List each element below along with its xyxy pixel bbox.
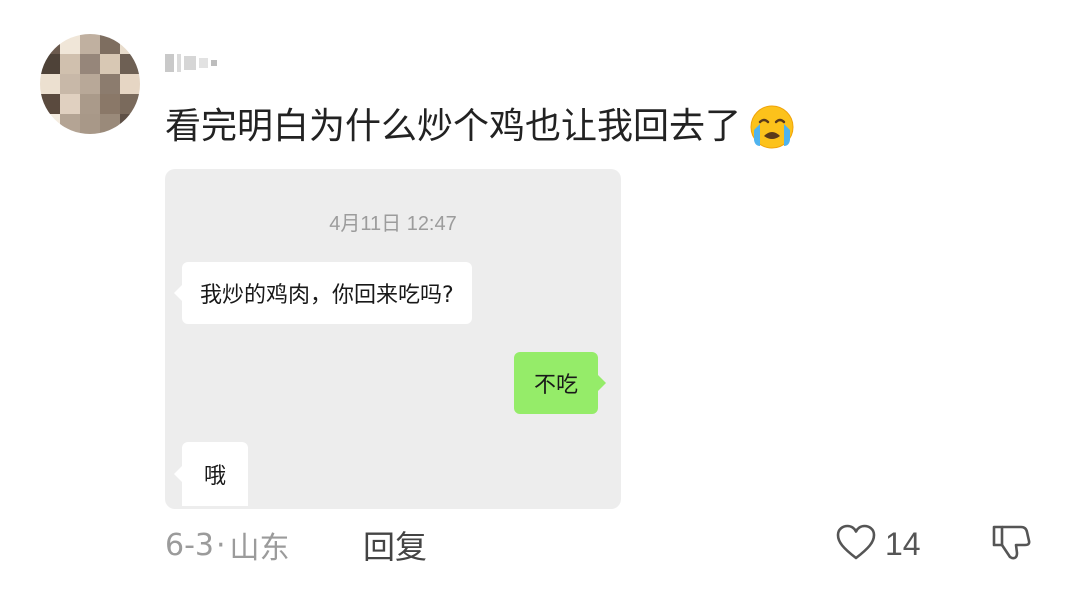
avatar-pixel — [120, 34, 140, 54]
avatar-pixel — [40, 74, 60, 94]
comment-body: 看完明白为什么炒个鸡也让我回去了 — [165, 106, 742, 147]
avatar-pixel — [120, 114, 140, 134]
avatar-pixel — [100, 94, 120, 114]
chat-bubble-outgoing: 不吃 — [514, 352, 607, 414]
avatar-pixel — [40, 114, 60, 134]
avatar-pixel — [60, 114, 80, 134]
loudly-crying-face-icon — [749, 104, 795, 150]
chat-screenshot-image[interactable]: 4月11日 12:47 我炒的鸡肉，你回来吃吗? 不吃 哦 — [165, 169, 621, 509]
avatar-pixel — [100, 54, 120, 74]
thumbs-down-icon — [991, 522, 1031, 566]
comment-text: 看完明白为什么炒个鸡也让我回去了 — [165, 104, 795, 150]
avatar-pixel — [120, 94, 140, 114]
avatar-pixel — [120, 74, 140, 94]
comment-date: 6-3 — [165, 527, 214, 563]
dislike-button[interactable] — [990, 522, 1032, 566]
meta-separator: · — [216, 527, 226, 563]
avatar-pixel — [60, 54, 80, 74]
avatar-pixel — [40, 34, 60, 54]
avatar-pixel — [80, 34, 100, 54]
avatar-pixel — [80, 54, 100, 74]
avatar-pixel — [100, 34, 120, 54]
avatar-pixel — [40, 54, 60, 74]
avatar-pixel — [80, 114, 100, 134]
avatar-pixel — [120, 54, 140, 74]
like-count: 14 — [885, 525, 921, 562]
avatar-pixel — [60, 94, 80, 114]
avatar-pixel — [100, 74, 120, 94]
avatar-pixel — [80, 94, 100, 114]
avatar-pixel — [80, 74, 100, 94]
chat-bubble-incoming: 我炒的鸡肉，你回来吃吗? — [174, 262, 472, 324]
like-button[interactable]: 14 — [835, 522, 921, 566]
avatar-pixel — [60, 34, 80, 54]
comment-meta: 6-3 · 山东 — [165, 525, 290, 567]
reply-button[interactable]: 回复 — [363, 525, 427, 566]
chat-timestamp: 4月11日 12:47 — [329, 213, 457, 235]
avatar-pixel — [100, 114, 120, 134]
comment-location: 山东 — [229, 531, 290, 566]
avatar-pixel — [40, 94, 60, 114]
heart-outline-icon — [835, 523, 877, 565]
chat-bubble-incoming: 哦 — [173, 442, 249, 506]
avatar[interactable] — [40, 34, 140, 134]
username-censored[interactable] — [165, 52, 217, 74]
avatar-pixel — [60, 74, 80, 94]
